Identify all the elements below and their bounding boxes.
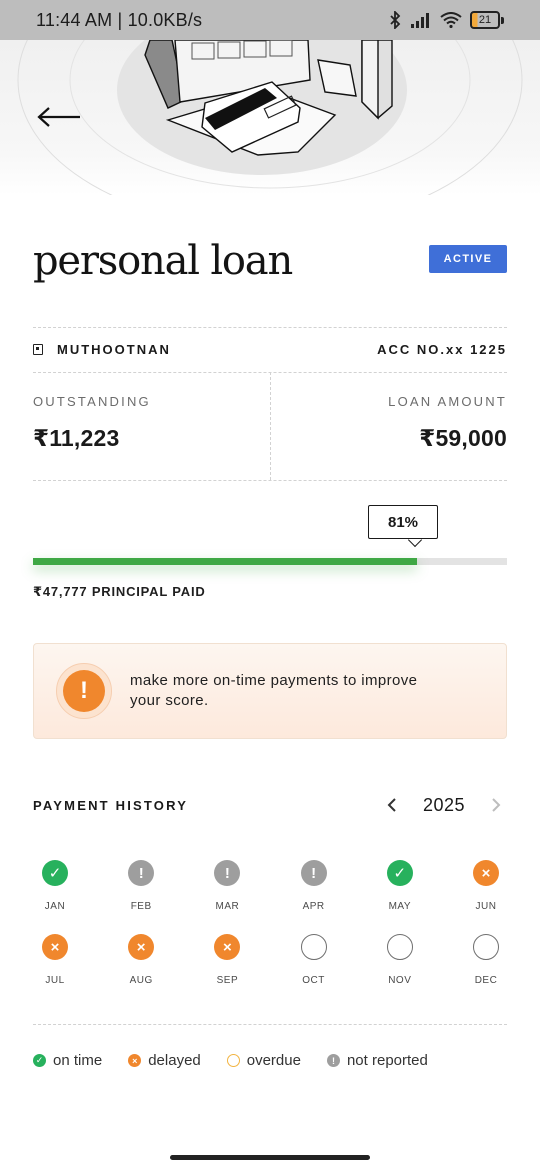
month-label: AUG bbox=[129, 975, 153, 986]
cross-icon: × bbox=[42, 934, 68, 960]
cross-icon: × bbox=[128, 934, 155, 960]
month-label: MAR bbox=[215, 901, 240, 912]
check-icon: ✓ bbox=[33, 1054, 46, 1067]
repayment-progress: 81% ₹47,777 PRINCIPAL PAID bbox=[33, 505, 507, 605]
loan-amount-label: LOAN AMOUNT bbox=[388, 394, 507, 409]
loan-amount-block: LOAN AMOUNT ₹59,000 bbox=[388, 372, 507, 480]
lender-row: MUTHOOTNAN ACC NO.xx 1225 bbox=[33, 342, 507, 357]
divider bbox=[33, 480, 507, 481]
back-button[interactable] bbox=[36, 100, 88, 134]
overdue-circle-icon bbox=[226, 1054, 240, 1067]
legend-overdue: overdue bbox=[226, 1052, 301, 1069]
info-icon: ! bbox=[326, 1054, 340, 1067]
month-cell-may[interactable]: ✓ MAY bbox=[370, 860, 430, 912]
info-icon: ! bbox=[300, 860, 327, 886]
check-icon: ✓ bbox=[386, 860, 413, 886]
month-label: JUL bbox=[45, 975, 65, 986]
cross-icon: × bbox=[128, 1054, 142, 1067]
account-number: ACC NO.xx 1225 bbox=[377, 342, 507, 357]
divider bbox=[33, 1024, 507, 1025]
wifi-icon bbox=[440, 12, 462, 28]
month-cell-jan[interactable]: ✓ JAN bbox=[25, 860, 85, 912]
warning-icon: ! bbox=[63, 670, 105, 712]
empty-circle-icon bbox=[473, 934, 499, 960]
month-label: DEC bbox=[474, 975, 498, 986]
payment-history-title: PAYMENT HISTORY bbox=[33, 797, 189, 813]
lender-info: MUTHOOTNAN bbox=[33, 342, 171, 357]
month-cell-sep[interactable]: × SEP bbox=[197, 934, 257, 986]
payment-history-header: PAYMENT HISTORY 2025 bbox=[33, 790, 507, 820]
month-cell-oct[interactable]: OCT bbox=[284, 934, 344, 986]
loan-amount-value: ₹59,000 bbox=[419, 425, 507, 451]
vertical-divider bbox=[270, 372, 271, 480]
cross-icon: × bbox=[473, 860, 499, 886]
divider bbox=[33, 327, 507, 328]
legend-not-reported-label: not reported bbox=[346, 1052, 428, 1069]
battery-icon: 21 bbox=[470, 11, 504, 29]
info-icon: ! bbox=[214, 860, 241, 886]
year-value: 2025 bbox=[422, 794, 465, 815]
outstanding-value: ₹11,223 bbox=[33, 425, 120, 451]
legend-on-time-label: on time bbox=[53, 1052, 103, 1069]
home-indicator[interactable] bbox=[170, 1155, 370, 1160]
month-cell-nov[interactable]: NOV bbox=[370, 934, 430, 986]
status-legend: ✓ on time × delayed overdue ! not report… bbox=[33, 1052, 507, 1069]
status-icons: 21 bbox=[388, 11, 504, 29]
month-label: JUN bbox=[475, 901, 497, 912]
empty-circle-icon bbox=[386, 934, 413, 960]
bank-icon bbox=[33, 344, 43, 355]
month-label: MAY bbox=[388, 901, 412, 912]
legend-delayed: × delayed bbox=[128, 1052, 201, 1069]
month-cell-dec[interactable]: DEC bbox=[456, 934, 516, 986]
chevron-left-icon bbox=[387, 798, 396, 812]
month-cell-feb[interactable]: ! FEB bbox=[111, 860, 171, 912]
title-row: personal loan ACTIVE bbox=[33, 238, 507, 284]
progress-track bbox=[33, 558, 507, 565]
month-label: OCT bbox=[302, 975, 325, 986]
check-icon: ✓ bbox=[42, 860, 68, 886]
info-icon: ! bbox=[128, 860, 155, 886]
outstanding-block: OUTSTANDING ₹11,223 bbox=[33, 372, 151, 480]
progress-fill bbox=[33, 558, 417, 565]
amounts-section: OUTSTANDING ₹11,223 LOAN AMOUNT ₹59,000 bbox=[33, 372, 507, 480]
legend-overdue-label: overdue bbox=[246, 1052, 301, 1069]
progress-percent: 81% bbox=[368, 505, 438, 539]
month-label: APR bbox=[302, 901, 325, 912]
tip-card: ! make more on-time payments to improve … bbox=[33, 643, 507, 739]
month-cell-apr[interactable]: ! APR bbox=[284, 860, 344, 912]
month-label: SEP bbox=[216, 975, 239, 986]
empty-circle-icon bbox=[300, 934, 327, 960]
legend-on-time: ✓ on time bbox=[33, 1052, 102, 1069]
next-year-button[interactable] bbox=[485, 794, 507, 816]
page-title: personal loan bbox=[33, 238, 293, 284]
signal-icon bbox=[411, 13, 429, 28]
legend-not-reported: ! not reported bbox=[326, 1052, 428, 1069]
month-cell-aug[interactable]: × AUG bbox=[111, 934, 171, 986]
month-label: FEB bbox=[130, 901, 152, 912]
prev-year-button[interactable] bbox=[381, 794, 403, 816]
chevron-right-icon bbox=[492, 798, 501, 812]
outstanding-label: OUTSTANDING bbox=[33, 394, 151, 409]
lender-name: MUTHOOTNAN bbox=[57, 342, 171, 357]
legend-delayed-label: delayed bbox=[148, 1052, 201, 1069]
bluetooth-icon bbox=[390, 11, 401, 29]
principal-paid: ₹47,777 PRINCIPAL PAID bbox=[33, 584, 206, 599]
month-label: JAN bbox=[44, 901, 66, 912]
month-label: NOV bbox=[388, 975, 412, 986]
battery-level: 21 bbox=[470, 11, 500, 29]
status-bar: 11:44 AM | 10.0KB/s 21 bbox=[0, 0, 540, 40]
status-time: 11:44 AM | 10.0KB/s bbox=[36, 9, 203, 30]
hero-illustration bbox=[0, 40, 540, 195]
month-cell-jun[interactable]: × JUN bbox=[456, 860, 516, 912]
warning-badge: ! bbox=[56, 663, 112, 719]
year-selector: 2025 bbox=[381, 794, 507, 816]
status-badge: ACTIVE bbox=[429, 245, 507, 273]
month-cell-mar[interactable]: ! MAR bbox=[197, 860, 257, 912]
tip-text: make more on-time payments to improve yo… bbox=[130, 672, 418, 709]
month-cell-jul[interactable]: × JUL bbox=[25, 934, 85, 986]
cross-icon: × bbox=[214, 934, 241, 960]
arrow-left-icon bbox=[37, 107, 80, 127]
